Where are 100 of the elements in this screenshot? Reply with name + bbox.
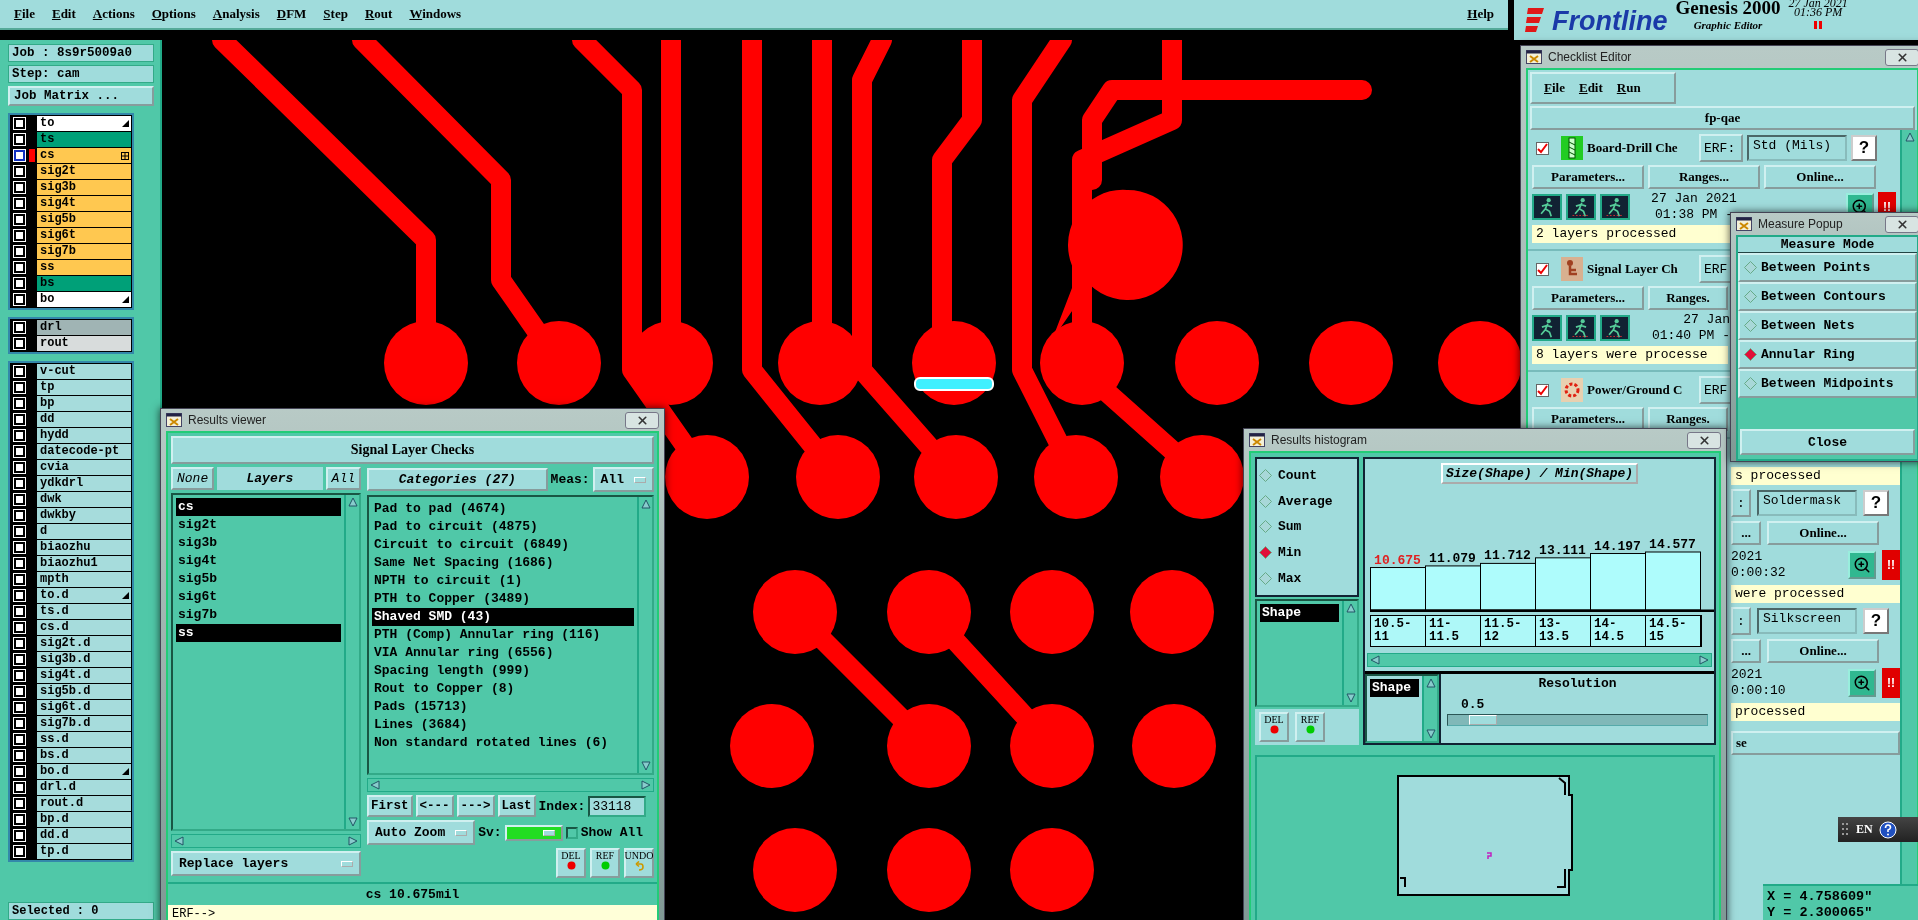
- delete-button[interactable]: DEL: [556, 848, 586, 878]
- layer-name[interactable]: cs.d: [37, 620, 131, 635]
- measure-mode-option[interactable]: Between Nets: [1738, 311, 1917, 340]
- erf-button[interactable]: :: [1731, 607, 1751, 635]
- layer-name[interactable]: cs: [37, 148, 131, 163]
- radio-diamond[interactable]: [1259, 546, 1272, 560]
- layer-checkbox[interactable]: [14, 830, 25, 841]
- layer-checkbox[interactable]: [14, 782, 25, 793]
- refresh-button[interactable]: REF: [1295, 712, 1325, 742]
- layer-name[interactable]: rout.d: [37, 796, 131, 811]
- measure-mode-option[interactable]: Between Midpoints: [1738, 369, 1917, 398]
- radio-diamond[interactable]: [1744, 319, 1757, 332]
- layer-name[interactable]: biaozhu: [37, 540, 131, 555]
- layer-name[interactable]: dd: [37, 412, 131, 427]
- vertical-scrollbar[interactable]: [1422, 676, 1437, 741]
- layer-checkbox[interactable]: [14, 338, 25, 349]
- layer-name[interactable]: sig2t: [37, 164, 131, 179]
- help-button[interactable]: ?: [1863, 490, 1889, 516]
- radio-diamond[interactable]: [1259, 571, 1272, 585]
- menu-item[interactable]: Run: [1616, 80, 1641, 96]
- menu-item[interactable]: Actions: [92, 6, 135, 22]
- measure-mode-option[interactable]: Annular Ring: [1738, 340, 1917, 369]
- index-field[interactable]: 33118: [588, 795, 647, 817]
- category-list-item[interactable]: Pad to circuit (4875): [372, 518, 634, 536]
- group-list-item[interactable]: Shape: [1370, 679, 1419, 697]
- zoom-button[interactable]: [1848, 669, 1876, 697]
- runner-icon[interactable]: [1566, 315, 1596, 341]
- radio-diamond[interactable]: [1744, 348, 1757, 361]
- check-checkbox[interactable]: [1536, 262, 1549, 276]
- layer-checkbox[interactable]: [14, 510, 25, 521]
- category-list-item[interactable]: Pad to pad (4674): [372, 500, 634, 518]
- check-checkbox[interactable]: [1536, 383, 1549, 397]
- layer-name[interactable]: sig4t: [37, 196, 131, 211]
- measure-mode-option[interactable]: Between Points: [1738, 253, 1917, 282]
- layer-checkbox[interactable]: [14, 558, 25, 569]
- layer-checkbox[interactable]: [14, 846, 25, 857]
- layer-name[interactable]: ts.d: [37, 604, 131, 619]
- layer-checkbox[interactable]: [14, 150, 25, 161]
- layer-name[interactable]: sig7b.d: [37, 716, 131, 731]
- layer-checkbox[interactable]: [14, 750, 25, 761]
- menu-item[interactable]: Options: [151, 6, 196, 22]
- runner-icon[interactable]: [1532, 194, 1562, 220]
- menu-item[interactable]: Step: [323, 6, 348, 22]
- layer-name[interactable]: drl.d: [37, 780, 131, 795]
- layer-name[interactable]: to.d: [37, 588, 131, 603]
- layer-name[interactable]: v-cut: [37, 364, 131, 379]
- layer-checkbox[interactable]: [14, 118, 25, 129]
- layer-name[interactable]: ydkdrl: [37, 476, 131, 491]
- runner-icon[interactable]: [1566, 194, 1596, 220]
- menu-item[interactable]: Edit: [1578, 80, 1603, 96]
- check-option-button[interactable]: Parameters...: [1532, 165, 1644, 189]
- runner-icon[interactable]: [1532, 315, 1562, 341]
- layer-list-item[interactable]: ss: [176, 624, 341, 642]
- help-button[interactable]: ?: [1851, 135, 1877, 161]
- category-list-item[interactable]: Non standard rotated lines (6): [372, 734, 634, 752]
- category-list-item[interactable]: PTH to Copper (3489): [372, 590, 634, 608]
- layer-list-item[interactable]: sig4t: [176, 552, 341, 570]
- category-list-item[interactable]: VIA Annular ring (6556): [372, 644, 634, 662]
- erf-field[interactable]: Std (Mils): [1747, 135, 1847, 161]
- layer-checkbox[interactable]: [14, 814, 25, 825]
- replace-layers-dropdown[interactable]: Replace layers: [171, 851, 361, 876]
- category-list-item[interactable]: PTH (Comp) Annular ring (116): [372, 626, 634, 644]
- layer-checkbox[interactable]: [14, 734, 25, 745]
- layer-checkbox[interactable]: [14, 542, 25, 553]
- layer-checkbox[interactable]: [14, 230, 25, 241]
- horizontal-scrollbar[interactable]: [367, 778, 654, 792]
- layer-checkbox[interactable]: [14, 478, 25, 489]
- layer-checkbox[interactable]: [14, 638, 25, 649]
- show-all-checkbox[interactable]: [565, 826, 578, 839]
- layer-name[interactable]: ss: [37, 260, 131, 275]
- erf-button[interactable]: :: [1731, 489, 1751, 517]
- menu-item[interactable]: Rout: [364, 6, 393, 22]
- erf-field[interactable]: Silkscreen: [1757, 608, 1857, 634]
- layer-checkbox[interactable]: [14, 246, 25, 257]
- layer-name[interactable]: biaozhu1: [37, 556, 131, 571]
- layer-name[interactable]: dwkby: [37, 508, 131, 523]
- vertical-scrollbar[interactable]: [637, 497, 652, 773]
- layer-name[interactable]: sig3b: [37, 180, 131, 195]
- layer-name[interactable]: sig7b: [37, 244, 131, 259]
- runner-icon[interactable]: [1600, 194, 1630, 220]
- layer-checkbox[interactable]: [14, 670, 25, 681]
- layer-checkbox[interactable]: [14, 198, 25, 209]
- layer-name[interactable]: sig3b.d: [37, 652, 131, 667]
- close-button[interactable]: [1885, 215, 1918, 233]
- layer-list-item[interactable]: sig2t: [176, 516, 341, 534]
- layer-name[interactable]: sig4t.d: [37, 668, 131, 683]
- function-option[interactable]: Min: [1259, 545, 1355, 561]
- layer-name[interactable]: sig2t.d: [37, 636, 131, 651]
- layer-checkbox[interactable]: [14, 462, 25, 473]
- function-option[interactable]: Max: [1259, 570, 1355, 586]
- check-option-button[interactable]: Online...: [1767, 521, 1879, 545]
- menu-item[interactable]: File: [14, 6, 35, 22]
- alert-button[interactable]: !!: [1882, 668, 1900, 698]
- layer-checkbox[interactable]: [14, 294, 25, 305]
- category-list-item[interactable]: Shaved SMD (43): [372, 608, 634, 626]
- check-option-button[interactable]: Parameters...: [1532, 407, 1644, 431]
- layer-checkbox[interactable]: [14, 798, 25, 809]
- runner-icon[interactable]: [1600, 315, 1630, 341]
- language-indicator[interactable]: EN: [1856, 822, 1873, 837]
- layer-name[interactable]: bs: [37, 276, 131, 291]
